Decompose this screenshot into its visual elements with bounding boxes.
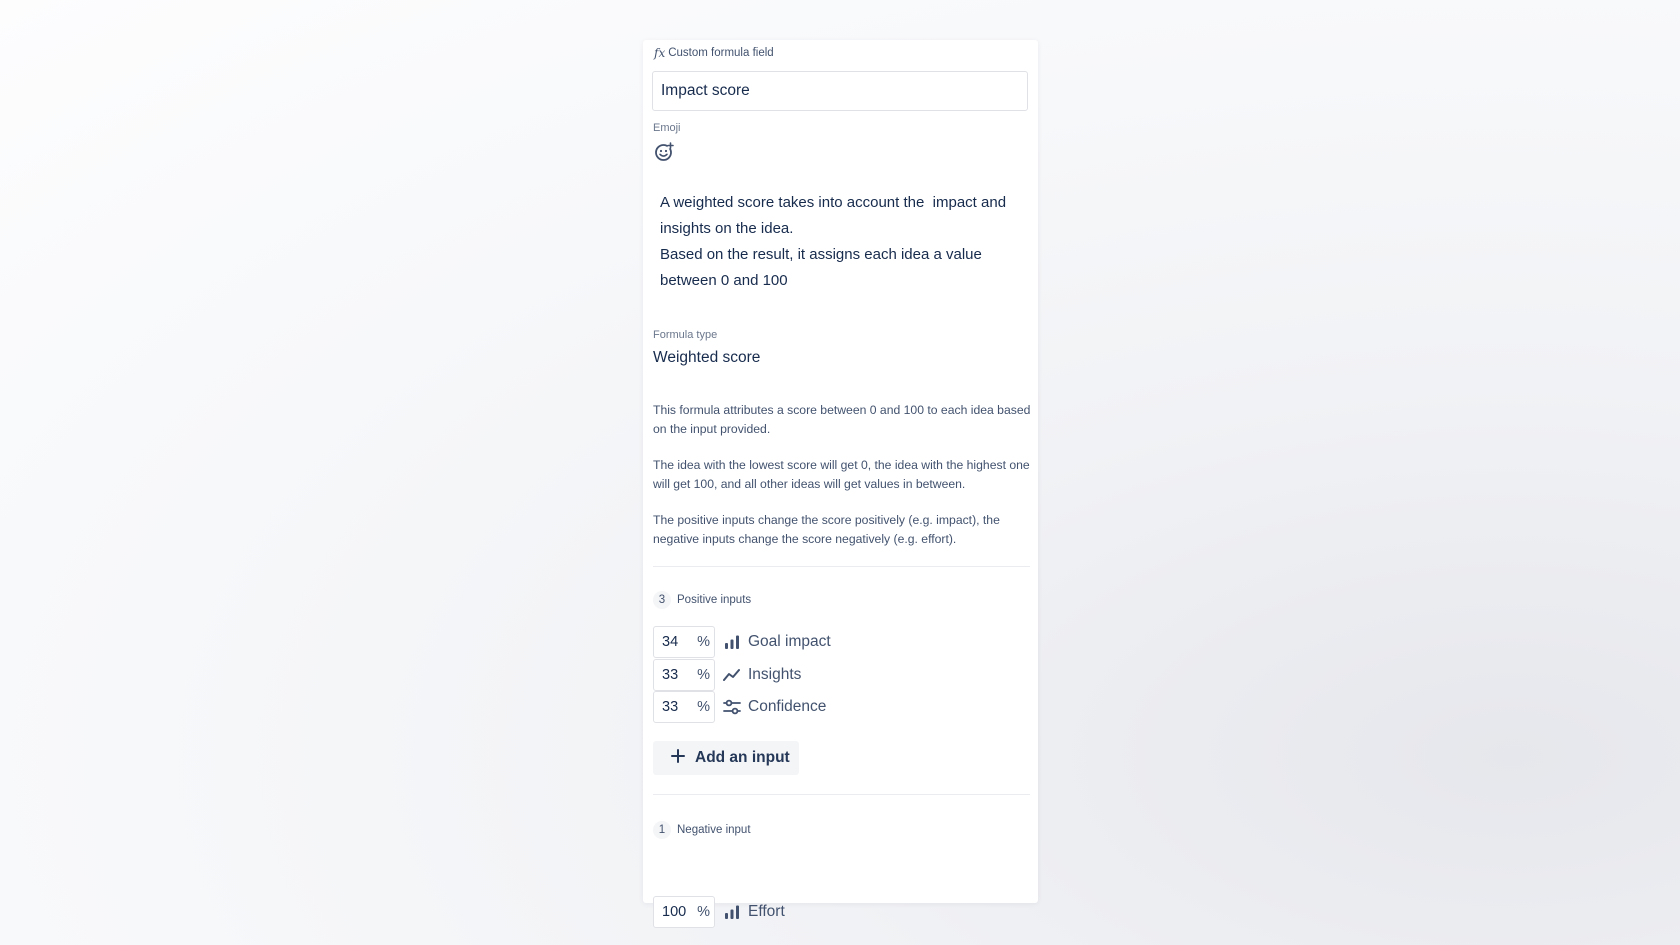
formula-type-value: Weighted score (653, 349, 761, 366)
positive-count-badge: 3 (653, 591, 671, 609)
weight-value: 33 (662, 667, 679, 683)
formula-type-label: Formula type (653, 329, 718, 341)
percent-sign: % (697, 699, 710, 715)
description-line-1: A weighted score takes into account the … (660, 194, 1011, 237)
positive-inputs-header: 3 Positive inputs (653, 591, 751, 609)
sliders-icon (723, 698, 741, 716)
field-description[interactable]: A weighted score takes into account the … (660, 190, 1030, 294)
negative-inputs-header: 1 Negative input (653, 821, 751, 839)
app-background: fx Custom formula field Impact score Emo… (0, 0, 1680, 945)
positive-inputs-label: Positive inputs (677, 594, 752, 606)
weight-value: 100 (662, 904, 687, 920)
percent-sign: % (697, 634, 710, 650)
input-label: Confidence (748, 698, 827, 715)
panel-header: fx Custom formula field (654, 46, 774, 60)
description-line-2: Based on the result, it assigns each ide… (660, 246, 987, 289)
formula-field-panel: fx Custom formula field Impact score Emo… (643, 40, 1038, 928)
line-chart-icon (723, 666, 741, 684)
weight-input[interactable]: 33 % (653, 691, 715, 723)
divider (653, 566, 1030, 567)
percent-sign: % (697, 667, 710, 683)
input-label: Insights (748, 666, 802, 683)
help-text-2: The idea with the lowest score will get … (653, 458, 1030, 491)
input-row-goal-impact: 34 % Goal impact (653, 626, 831, 658)
percent-sign: % (697, 904, 710, 920)
weight-value: 34 (662, 634, 679, 650)
weight-input[interactable]: 100 % (653, 896, 715, 928)
weight-value: 33 (662, 699, 679, 715)
add-emoji-icon[interactable] (653, 141, 675, 163)
weight-input[interactable]: 34 % (653, 626, 715, 658)
input-row-confidence: 33 % Confidence (653, 691, 826, 723)
help-text-3: The positive inputs change the score pos… (653, 513, 1000, 546)
plus-icon (671, 748, 685, 768)
panel-title: Custom formula field (668, 47, 774, 59)
add-input-label: Add an input (695, 749, 790, 766)
weight-input[interactable]: 33 % (653, 659, 715, 691)
emoji-label: Emoji (653, 122, 681, 134)
bar-chart-icon (723, 903, 741, 921)
formula-icon: fx (654, 46, 666, 60)
help-text-1: This formula attributes a score between … (653, 403, 1031, 436)
bar-chart-icon (723, 633, 741, 651)
negative-count-badge: 1 (653, 821, 671, 839)
input-label: Effort (748, 903, 785, 920)
field-name-input[interactable]: Impact score (652, 71, 1028, 111)
input-row-insights: 33 % Insights (653, 659, 801, 691)
input-label: Goal impact (748, 633, 831, 650)
divider (653, 794, 1030, 795)
negative-inputs-label: Negative input (677, 824, 751, 836)
input-row-effort: 100 % Effort (653, 896, 785, 928)
add-input-button[interactable]: Add an input (653, 741, 799, 775)
field-name-value: Impact score (661, 82, 750, 99)
